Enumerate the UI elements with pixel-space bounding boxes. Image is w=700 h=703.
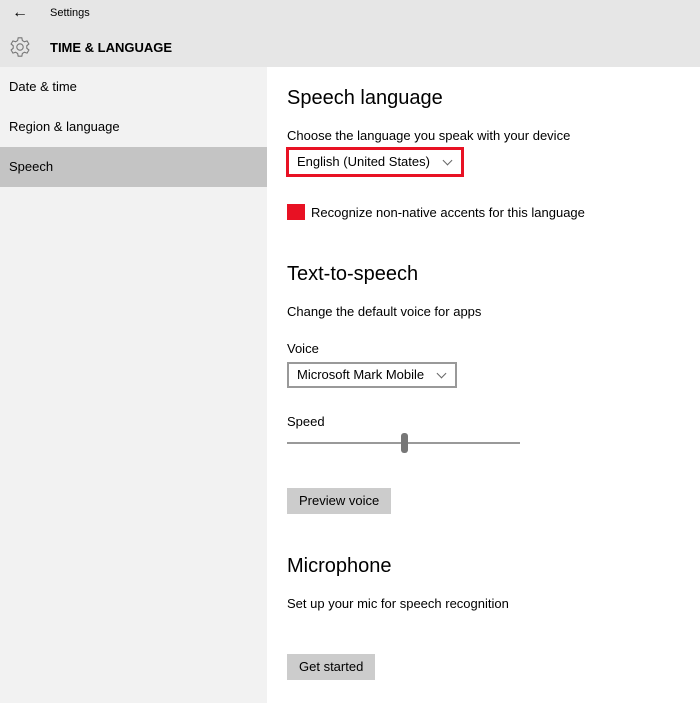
voice-value: Microsoft Mark Mobile xyxy=(297,367,425,382)
speech-language-description: Choose the language you speak with your … xyxy=(287,128,571,143)
chevron-down-icon xyxy=(442,155,453,165)
accents-checkbox[interactable] xyxy=(287,204,305,220)
microphone-description: Set up your mic for speech recognition xyxy=(287,596,509,611)
app-title: Settings xyxy=(50,7,90,19)
speech-language-heading: Speech language xyxy=(287,87,443,109)
section-title: TIME & LANGUAGE xyxy=(50,40,173,55)
sidebar-item-speech[interactable]: Speech xyxy=(0,147,267,187)
slider-thumb[interactable] xyxy=(400,433,408,453)
sidebar-item-region-language[interactable]: Region & language xyxy=(0,107,267,147)
tts-description: Change the default voice for apps xyxy=(287,304,482,319)
chevron-down-icon xyxy=(436,368,447,378)
sidebar: Date & time Region & language Speech xyxy=(0,67,267,703)
title-bar: ← Settings TIME & LANGUAGE xyxy=(0,0,700,67)
voice-label: Voice xyxy=(287,341,319,356)
speed-slider[interactable] xyxy=(287,433,520,457)
get-started-button[interactable]: Get started xyxy=(287,654,376,680)
arrow-left-icon[interactable]: ← xyxy=(12,4,28,22)
accents-checkbox-row[interactable]: Recognize non-native accents for this la… xyxy=(287,204,585,220)
tts-heading: Text-to-speech xyxy=(287,263,419,285)
gear-icon xyxy=(10,37,30,57)
speed-label: Speed xyxy=(287,414,325,429)
accents-checkbox-label: Recognize non-native accents for this la… xyxy=(311,204,585,220)
voice-dropdown[interactable]: Microsoft Mark Mobile xyxy=(287,362,458,388)
preview-voice-button[interactable]: Preview voice xyxy=(287,488,392,514)
selected-language: English (United States) xyxy=(297,154,430,169)
speech-language-dropdown[interactable]: English (United States) xyxy=(286,147,464,177)
sidebar-item-date-time[interactable]: Date & time xyxy=(0,67,267,107)
microphone-heading: Microphone xyxy=(287,555,392,577)
